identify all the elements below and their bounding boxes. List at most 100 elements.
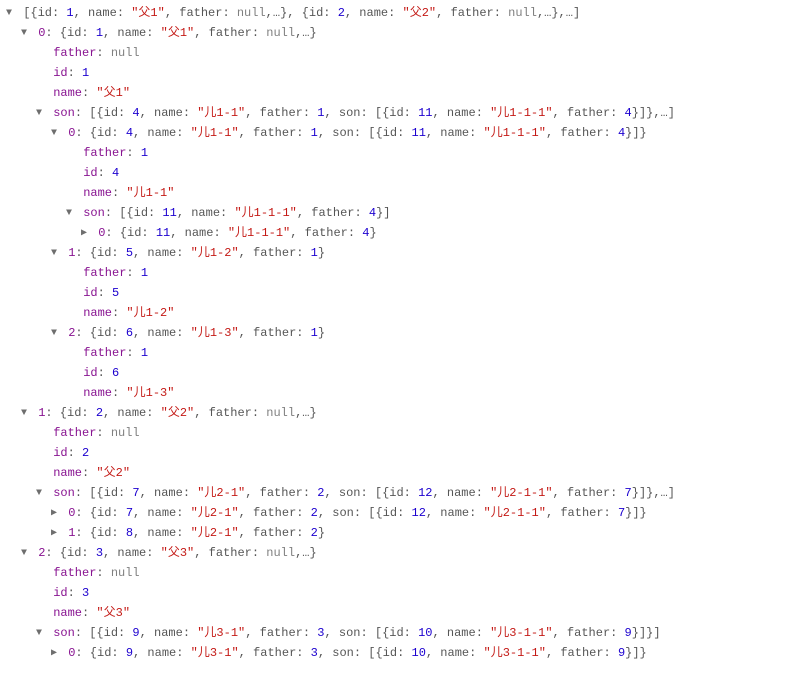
- tree-row[interactable]: ▼ 0: {id: 1, name: "父1", father: null,…}: [4, 24, 807, 44]
- tree-row[interactable]: ▶ 1: {id: 8, name: "儿2-1", father: 2}: [4, 524, 807, 544]
- arrow-down-icon[interactable]: ▼: [21, 24, 31, 43]
- token-pun: , name:: [345, 6, 403, 20]
- token-pun: : {id:: [75, 506, 125, 520]
- token-pun: :: [126, 146, 140, 160]
- arrow-right-icon[interactable]: ▶: [51, 524, 61, 543]
- tree-row[interactable]: ▼ 1: {id: 5, name: "儿1-2", father: 1}: [4, 244, 807, 264]
- token-pun: : {id:: [105, 226, 155, 240]
- token-pun: ,…}: [295, 546, 317, 560]
- tree-row[interactable]: father: null: [4, 44, 807, 64]
- token-num: 7: [126, 506, 133, 520]
- tree-row[interactable]: ▼ 0: {id: 4, name: "儿1-1", father: 1, so…: [4, 124, 807, 144]
- tree-row[interactable]: ▼ son: [{id: 11, name: "儿1-1-1", father:…: [4, 204, 807, 224]
- tree-row[interactable]: id: 5: [4, 284, 807, 304]
- token-key: father: [83, 146, 126, 160]
- token-pun: , son: [{id:: [318, 126, 412, 140]
- tree-row[interactable]: name: "父2": [4, 464, 807, 484]
- tree-row[interactable]: ▼ son: [{id: 4, name: "儿1-1", father: 1,…: [4, 104, 807, 124]
- token-num: 11: [162, 206, 176, 220]
- token-nul: null: [111, 566, 140, 580]
- token-pun: [{: [23, 6, 37, 20]
- token-str: "儿1-1": [126, 186, 174, 200]
- tree-row[interactable]: name: "儿1-1": [4, 184, 807, 204]
- token-key: father: [83, 346, 126, 360]
- token-pun: :: [126, 346, 140, 360]
- tree-row[interactable]: ▼ 1: {id: 2, name: "父2", father: null,…}: [4, 404, 807, 424]
- arrow-down-icon[interactable]: ▼: [36, 104, 46, 123]
- arrow-down-icon[interactable]: ▼: [51, 124, 61, 143]
- token-nul: null: [266, 26, 295, 40]
- arrow-right-icon[interactable]: ▶: [51, 644, 61, 663]
- token-num: 4: [112, 166, 119, 180]
- tree-row[interactable]: ▼ 2: {id: 3, name: "父3", father: null,…}: [4, 544, 807, 564]
- tree-row[interactable]: ▼ son: [{id: 9, name: "儿3-1", father: 3,…: [4, 624, 807, 644]
- arrow-down-icon[interactable]: ▼: [36, 624, 46, 643]
- token-num: 1: [141, 266, 148, 280]
- arrow-down-icon[interactable]: ▼: [66, 204, 76, 223]
- token-pun: ,…},…]: [537, 6, 580, 20]
- token-key: son: [53, 106, 75, 120]
- token-pun: }]: [376, 206, 390, 220]
- token-str: "儿3-1": [197, 626, 245, 640]
- tree-row[interactable]: ▼ [{id: 1, name: "父1", father: null,…}, …: [4, 4, 807, 24]
- tree-row[interactable]: name: "父3": [4, 604, 807, 624]
- arrow-down-icon[interactable]: ▼: [51, 244, 61, 263]
- token-num: 4: [126, 126, 133, 140]
- token-num: 1: [96, 26, 103, 40]
- token-key: id: [53, 66, 67, 80]
- token-key: id: [53, 446, 67, 460]
- arrow-down-icon[interactable]: ▼: [21, 404, 31, 423]
- tree-row[interactable]: ▶ 0: {id: 9, name: "儿3-1", father: 3, so…: [4, 644, 807, 664]
- token-pun: : [{id:: [75, 106, 133, 120]
- token-num: 9: [126, 646, 133, 660]
- token-str: "儿2-1-1": [490, 486, 552, 500]
- tree-row[interactable]: father: 1: [4, 344, 807, 364]
- token-str: "儿1-3": [191, 326, 239, 340]
- token-pun: , son: [{id:: [324, 626, 418, 640]
- arrow-down-icon[interactable]: ▼: [21, 544, 31, 563]
- token-pun: , father:: [553, 626, 625, 640]
- token-pun: , son: [{id:: [324, 106, 418, 120]
- tree-row[interactable]: father: 1: [4, 264, 807, 284]
- token-pun: , father:: [553, 486, 625, 500]
- token-pun: , name:: [133, 246, 191, 260]
- arrow-down-icon[interactable]: ▼: [51, 324, 61, 343]
- tree-row[interactable]: id: 6: [4, 364, 807, 384]
- token-pun: , name:: [170, 226, 228, 240]
- token-num: 3: [96, 546, 103, 560]
- token-pun: }]}: [625, 126, 647, 140]
- tree-row[interactable]: name: "儿1-2": [4, 304, 807, 324]
- arrow-down-icon[interactable]: ▼: [36, 484, 46, 503]
- token-pun: }: [318, 246, 325, 260]
- tree-row[interactable]: father: 1: [4, 144, 807, 164]
- token-key: name: [53, 86, 82, 100]
- tree-row[interactable]: ▼ 2: {id: 6, name: "儿1-3", father: 1}: [4, 324, 807, 344]
- tree-row[interactable]: father: null: [4, 564, 807, 584]
- token-pun: }]}: [625, 506, 647, 520]
- arrow-down-icon[interactable]: ▼: [6, 4, 16, 23]
- tree-row[interactable]: name: "儿1-3": [4, 384, 807, 404]
- token-pun: , name:: [133, 126, 191, 140]
- tree-row[interactable]: id: 3: [4, 584, 807, 604]
- token-key: id: [83, 366, 97, 380]
- tree-row[interactable]: father: null: [4, 424, 807, 444]
- token-num: 1: [311, 326, 318, 340]
- tree-row[interactable]: ▶ 0: {id: 11, name: "儿1-1-1", father: 4}: [4, 224, 807, 244]
- arrow-right-icon[interactable]: ▶: [81, 224, 91, 243]
- tree-row[interactable]: name: "父1": [4, 84, 807, 104]
- token-pun: , name:: [426, 646, 484, 660]
- token-str: "儿1-1-1": [234, 206, 296, 220]
- arrow-right-icon[interactable]: ▶: [51, 504, 61, 523]
- tree-row[interactable]: id: 2: [4, 444, 807, 464]
- token-pun: , name:: [433, 486, 491, 500]
- tree-row[interactable]: ▼ son: [{id: 7, name: "儿2-1", father: 2,…: [4, 484, 807, 504]
- token-str: "儿2-1": [197, 486, 245, 500]
- token-pun: , father:: [194, 406, 266, 420]
- token-pun: :: [112, 386, 126, 400]
- tree-row[interactable]: ▶ 0: {id: 7, name: "儿2-1", father: 2, so…: [4, 504, 807, 524]
- tree-row[interactable]: id: 1: [4, 64, 807, 84]
- tree-row[interactable]: id: 4: [4, 164, 807, 184]
- token-str: "父1": [131, 6, 165, 20]
- token-num: 1: [311, 126, 318, 140]
- token-key: name: [53, 466, 82, 480]
